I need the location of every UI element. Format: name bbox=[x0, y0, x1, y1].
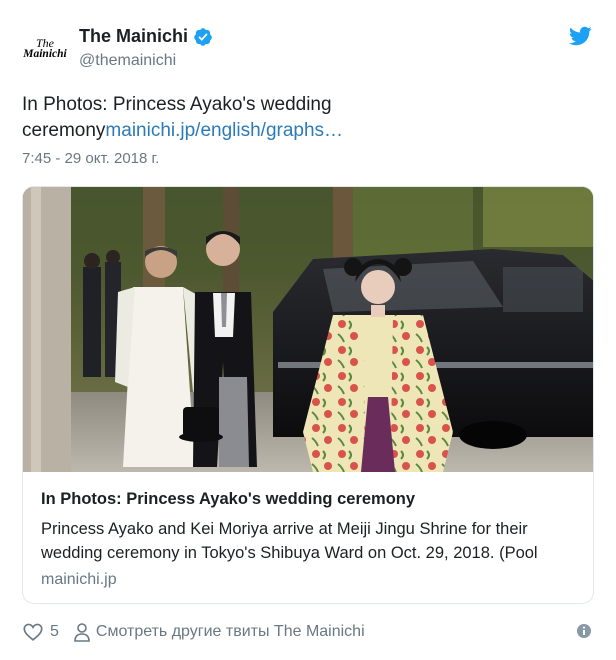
card-domain: mainichi.jp bbox=[41, 571, 117, 588]
tweet-header: The Mainichi The Mainichi @themainichi bbox=[22, 20, 596, 76]
avatar-logo-line2: Mainichi bbox=[23, 48, 67, 61]
avatar[interactable]: The Mainichi bbox=[22, 26, 68, 72]
author-block[interactable]: The Mainichi @themainichi bbox=[79, 26, 213, 70]
embedded-tweet: The Mainichi The Mainichi @themainichi I… bbox=[0, 0, 616, 660]
card-photo bbox=[23, 187, 593, 472]
person-outline-icon bbox=[74, 623, 90, 642]
more-tweets-link[interactable]: Смотреть другие твиты The Mainichi bbox=[73, 622, 365, 642]
link-card[interactable]: In Photos: Princess Ayako's wedding cere… bbox=[22, 186, 594, 604]
author-name-text: The Mainichi bbox=[79, 26, 189, 46]
more-tweets-label: Смотреть другие твиты The Mainichi bbox=[95, 623, 365, 640]
tweet-timestamp[interactable]: 7:45 - 29 окт. 2018 г. bbox=[22, 150, 159, 167]
like-count: 5 bbox=[50, 623, 59, 640]
author-handle[interactable]: @themainichi bbox=[79, 52, 213, 70]
verified-badge-icon bbox=[194, 27, 212, 46]
twitter-bird-icon[interactable] bbox=[568, 24, 592, 48]
heart-outline-icon bbox=[23, 623, 43, 641]
tweet-text: In Photos: Princess Ayako's wedding cere… bbox=[22, 92, 582, 144]
tweet-actions: 5 Смотреть другие твиты The Mainichi bbox=[22, 618, 596, 646]
tweet-link[interactable]: mainichi.jp/english/graphs… bbox=[105, 120, 343, 141]
card-body: In Photos: Princess Ayako's wedding cere… bbox=[23, 473, 593, 589]
like-button[interactable]: 5 bbox=[22, 621, 59, 643]
card-title: In Photos: Princess Ayako's wedding cere… bbox=[41, 490, 416, 508]
info-circle-icon[interactable] bbox=[576, 623, 592, 639]
author-name[interactable]: The Mainichi bbox=[79, 26, 213, 47]
card-description: Princess Ayako and Kei Moriya arrive at … bbox=[41, 520, 538, 562]
